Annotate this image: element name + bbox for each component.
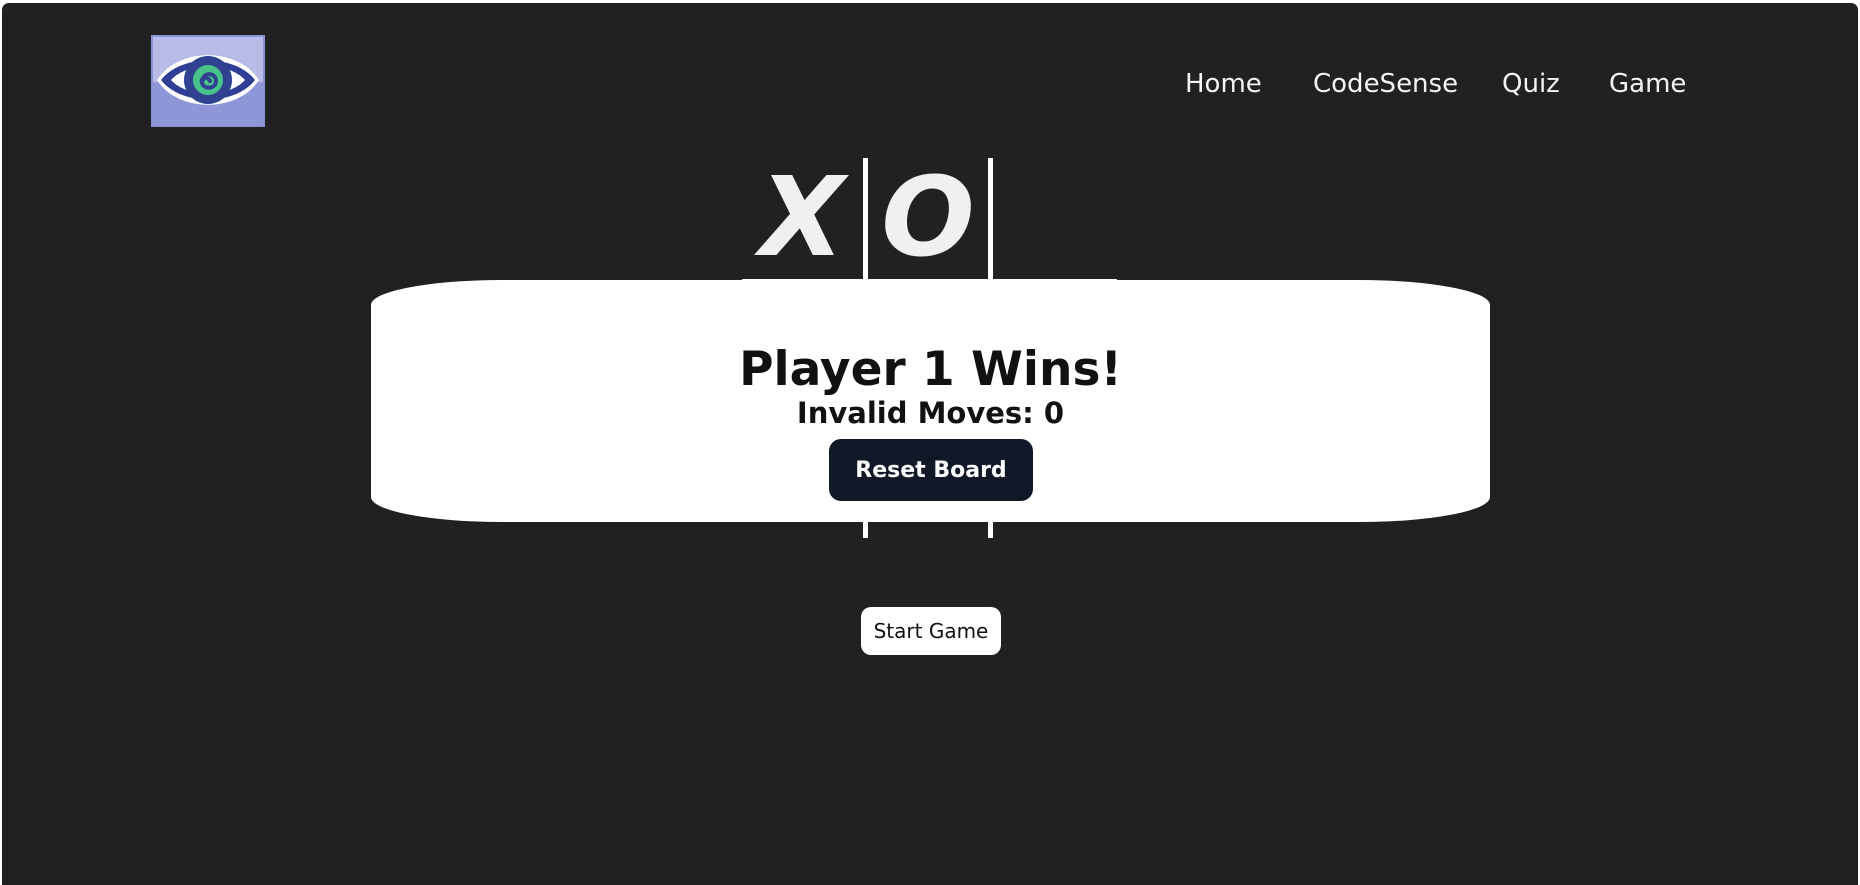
page-frame: Home CodeSense Quiz Game X O Player 1 Wi… bbox=[2, 3, 1858, 885]
invalid-moves-count: Invalid Moves: 0 bbox=[796, 396, 1065, 430]
nav-game-link[interactable]: Game bbox=[1609, 66, 1686, 102]
board-cell-1[interactable]: X bbox=[742, 158, 862, 276]
board-cell-3[interactable] bbox=[993, 158, 1113, 276]
nav-quiz-link[interactable]: Quiz bbox=[1502, 66, 1560, 102]
reset-board-button[interactable]: Reset Board bbox=[829, 439, 1033, 501]
result-title: Player 1 Wins! bbox=[739, 342, 1122, 398]
board-cell-2[interactable]: O bbox=[868, 158, 988, 276]
main-nav: Home CodeSense Quiz Game bbox=[2, 66, 1858, 102]
nav-home-link[interactable]: Home bbox=[1185, 66, 1262, 102]
start-game-button[interactable]: Start Game bbox=[861, 607, 1001, 655]
game-result-modal: Player 1 Wins! Invalid Moves: 0 Reset Bo… bbox=[372, 281, 1489, 521]
nav-codesense-link[interactable]: CodeSense bbox=[1313, 66, 1458, 102]
